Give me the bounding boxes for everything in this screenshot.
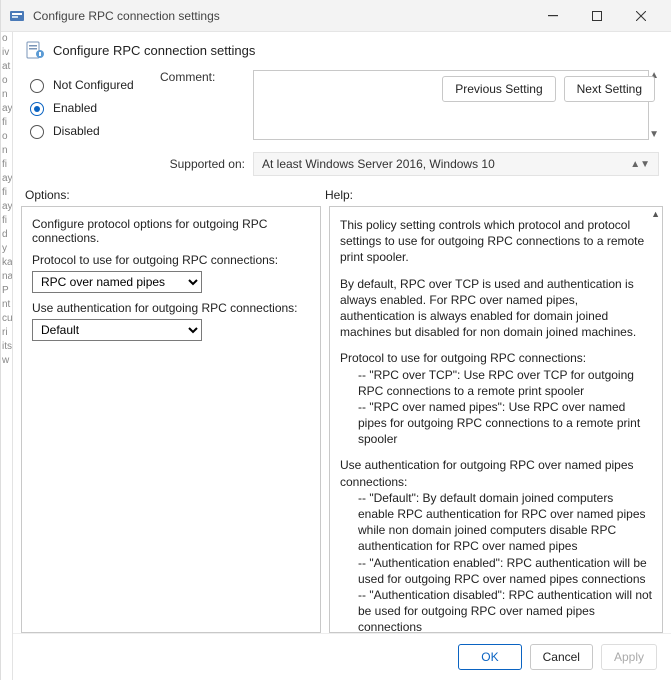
- maximize-button[interactable]: [575, 1, 619, 31]
- gpo-dialog-window: Configure RPC connection settings oivato…: [0, 0, 671, 680]
- radio-disabled-label: Disabled: [53, 124, 100, 138]
- help-subhead: Protocol to use for outgoing RPC connect…: [340, 351, 586, 365]
- supported-on-label: Supported on:: [160, 157, 245, 171]
- app-icon: [9, 8, 25, 24]
- dialog-header: Configure RPC connection settings: [13, 32, 671, 64]
- protocol-label: Protocol to use for outgoing RPC connect…: [32, 253, 310, 267]
- auth-select[interactable]: Default: [32, 319, 202, 341]
- dialog-content: Configure RPC connection settings Previo…: [13, 32, 671, 680]
- window-title: Configure RPC connection settings: [33, 9, 531, 23]
- radio-disabled[interactable]: Disabled: [25, 122, 150, 139]
- obscured-left-panel: oivatonayfionfiayfiayfidykanaPntcuriitsw: [1, 32, 13, 680]
- dialog-footer: OK Cancel Apply: [13, 633, 671, 680]
- options-intro: Configure protocol options for outgoing …: [32, 217, 310, 245]
- cancel-button[interactable]: Cancel: [530, 644, 593, 670]
- apply-button: Apply: [601, 644, 657, 670]
- supported-scroll[interactable]: ▲▼: [630, 159, 650, 170]
- supported-on-value: At least Windows Server 2016, Windows 10…: [253, 152, 659, 176]
- next-setting-button[interactable]: Next Setting: [564, 76, 655, 102]
- dialog-heading: Configure RPC connection settings: [53, 43, 255, 58]
- help-bullet: -- "RPC over TCP": Use RPC over TCP for …: [340, 367, 652, 399]
- help-section-label: Help:: [325, 188, 353, 202]
- radio-not-configured[interactable]: Not Configured: [25, 76, 150, 93]
- help-bullet: -- "RPC over named pipes": Use RPC over …: [340, 399, 652, 448]
- radio-enabled-label: Enabled: [53, 101, 97, 115]
- help-scroll-up-icon[interactable]: ▲: [651, 209, 660, 219]
- comment-label: Comment:: [160, 70, 245, 84]
- help-bullet: -- "Authentication disabled": RPC authen…: [340, 587, 652, 633]
- help-bullet: -- "Authentication enabled": RPC authent…: [340, 555, 652, 587]
- protocol-select[interactable]: RPC over named pipes: [32, 271, 202, 293]
- help-subhead: Use authentication for outgoing RPC over…: [340, 458, 634, 488]
- options-pane: Configure protocol options for outgoing …: [21, 206, 321, 633]
- auth-label: Use authentication for outgoing RPC conn…: [32, 301, 310, 315]
- minimize-button[interactable]: [531, 1, 575, 31]
- ok-button[interactable]: OK: [458, 644, 521, 670]
- titlebar: Configure RPC connection settings: [1, 0, 671, 32]
- help-text: Use authentication for outgoing RPC over…: [340, 457, 652, 633]
- help-pane: ▲ This policy setting controls which pro…: [329, 206, 663, 633]
- close-button[interactable]: [619, 1, 663, 31]
- help-bullet: -- "Default": By default domain joined c…: [340, 490, 652, 555]
- help-text: Protocol to use for outgoing RPC connect…: [340, 350, 652, 447]
- supported-on-text: At least Windows Server 2016, Windows 10: [262, 157, 495, 171]
- previous-setting-button[interactable]: Previous Setting: [442, 76, 555, 102]
- policy-icon: [25, 40, 45, 60]
- radio-enabled[interactable]: Enabled: [25, 99, 150, 116]
- help-text: This policy setting controls which proto…: [340, 217, 652, 266]
- help-text: By default, RPC over TCP is used and aut…: [340, 276, 652, 341]
- options-section-label: Options:: [25, 188, 325, 202]
- radio-not-configured-label: Not Configured: [53, 78, 134, 92]
- state-radio-group: Not Configured Enabled Disabled: [25, 70, 150, 176]
